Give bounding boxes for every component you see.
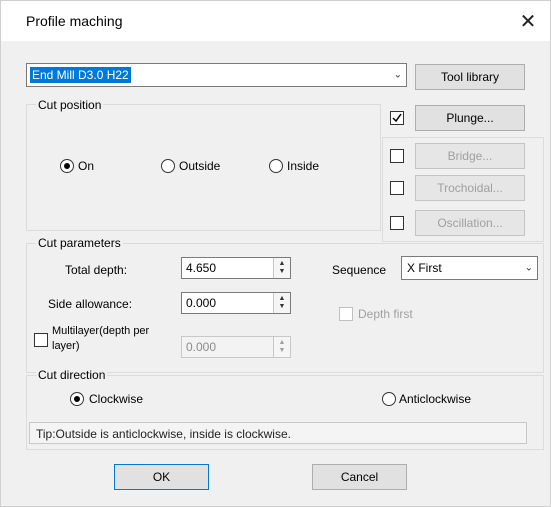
close-button[interactable]: ✕ bbox=[516, 9, 540, 33]
sequence-select[interactable]: X First ⌄ bbox=[401, 256, 538, 280]
cancel-button[interactable]: Cancel bbox=[312, 464, 407, 490]
chevron-down-icon: ⌄ bbox=[524, 262, 533, 274]
bridge-label: Bridge... bbox=[447, 149, 493, 163]
plunge-button[interactable]: Plunge... bbox=[415, 105, 525, 131]
ok-label: OK bbox=[152, 470, 171, 484]
depth-first-label: Depth first bbox=[358, 307, 413, 321]
oscillation-checkbox[interactable] bbox=[390, 216, 404, 230]
multilayer-label-line2: layer) bbox=[52, 340, 80, 352]
clockwise-label: Clockwise bbox=[89, 392, 144, 406]
spinner-arrows-icon[interactable]: ▲ ▼ bbox=[273, 258, 290, 278]
tool-select-value: End Mill D3.0 H22 bbox=[30, 67, 131, 83]
oscillation-label: Oscillation... bbox=[437, 216, 503, 230]
cut-position-label: Cut position bbox=[36, 98, 104, 112]
check-icon bbox=[392, 113, 402, 123]
oscillation-button[interactable]: Oscillation... bbox=[415, 210, 525, 236]
anticlockwise-radio[interactable] bbox=[382, 392, 396, 406]
total-depth-label: Total depth: bbox=[65, 263, 128, 277]
multilayer-label-line1: Multilayer(depth per bbox=[52, 325, 150, 337]
bridge-button[interactable]: Bridge... bbox=[415, 143, 525, 169]
close-icon: ✕ bbox=[519, 10, 537, 33]
cut-position-outside-label: Outside bbox=[179, 159, 221, 173]
total-depth-spinner[interactable]: 4.650 ▲ ▼ bbox=[181, 257, 291, 279]
profile-machining-dialog: Profile maching ✕ End Mill D3.0 H22 ⌄ To… bbox=[0, 0, 551, 507]
radio-selected-dot bbox=[64, 163, 70, 169]
plunge-label: Plunge... bbox=[446, 111, 494, 125]
cut-position-inside-radio[interactable] bbox=[269, 159, 283, 173]
sequence-value: X First bbox=[407, 261, 442, 275]
cut-position-inside-label: Inside bbox=[287, 159, 320, 173]
sequence-label: Sequence bbox=[332, 263, 387, 277]
multilayer-spinner[interactable]: 0.000 ▲ ▼ bbox=[181, 336, 291, 358]
anticlockwise-label: Anticlockwise bbox=[399, 392, 472, 406]
tool-library-button[interactable]: Tool library bbox=[415, 64, 525, 90]
bridge-checkbox[interactable] bbox=[390, 149, 404, 163]
title-bar: Profile maching ✕ bbox=[1, 1, 550, 41]
trochoidal-checkbox[interactable] bbox=[390, 181, 404, 195]
cut-position-on-label: On bbox=[78, 159, 95, 173]
multilayer-checkbox[interactable] bbox=[34, 333, 48, 347]
ok-button[interactable]: OK bbox=[114, 464, 209, 490]
side-allowance-value: 0.000 bbox=[186, 296, 217, 310]
plunge-checkbox[interactable] bbox=[390, 111, 404, 125]
tip-text: Tip:Outside is anticlockwise, inside is … bbox=[36, 427, 291, 441]
depth-first-checkbox[interactable] bbox=[339, 307, 353, 321]
cut-position-on-radio[interactable] bbox=[60, 159, 74, 173]
trochoidal-label: Trochoidal... bbox=[437, 181, 503, 195]
cancel-label: Cancel bbox=[340, 470, 379, 484]
tool-library-label: Tool library bbox=[440, 70, 500, 84]
multilayer-value: 0.000 bbox=[186, 340, 217, 354]
tool-select[interactable]: End Mill D3.0 H22 ⌄ bbox=[26, 63, 407, 87]
spinner-arrows-icon[interactable]: ▲ ▼ bbox=[273, 337, 290, 357]
clockwise-radio[interactable] bbox=[70, 392, 84, 406]
spinner-arrows-icon[interactable]: ▲ ▼ bbox=[273, 293, 290, 313]
cut-parameters-label: Cut parameters bbox=[36, 236, 123, 250]
side-allowance-spinner[interactable]: 0.000 ▲ ▼ bbox=[181, 292, 291, 314]
total-depth-value: 4.650 bbox=[186, 261, 217, 275]
side-allowance-label: Side allowance: bbox=[48, 297, 133, 311]
tip-text-box: Tip:Outside is anticlockwise, inside is … bbox=[29, 422, 527, 444]
trochoidal-button[interactable]: Trochoidal... bbox=[415, 175, 525, 201]
cut-direction-label: Cut direction bbox=[36, 368, 108, 382]
cut-position-outside-radio[interactable] bbox=[161, 159, 175, 173]
radio-selected-dot bbox=[74, 396, 80, 402]
dialog-title: Profile maching bbox=[26, 13, 123, 29]
chevron-down-icon: ⌄ bbox=[393, 69, 402, 81]
